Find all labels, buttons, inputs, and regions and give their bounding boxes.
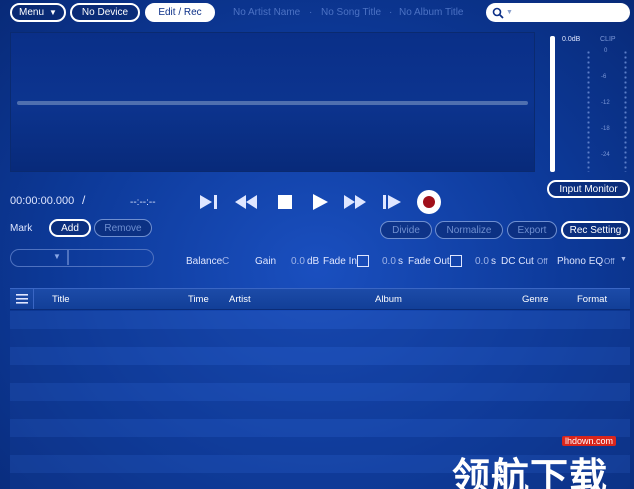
skip-icon — [200, 195, 217, 209]
meter-scale-18: -18 — [601, 126, 610, 132]
table-row[interactable] — [10, 401, 630, 419]
column-album[interactable]: Album — [375, 294, 402, 305]
fade-out-unit: s — [491, 256, 496, 267]
meter-dots-right — [624, 50, 627, 172]
triangle-down-icon: ▼ — [49, 8, 57, 17]
gain-label: Gain — [255, 256, 277, 267]
play-button[interactable] — [308, 192, 332, 212]
skip-end-icon — [383, 195, 401, 209]
phono-eq-label: Phono EQ — [557, 256, 604, 267]
search-icon — [492, 7, 504, 19]
meter-scale-0: 0 — [604, 48, 608, 54]
column-menu-button[interactable] — [10, 289, 34, 309]
waveform-display[interactable] — [10, 32, 535, 172]
chevron-down-icon: ▼ — [53, 252, 61, 261]
stop-button[interactable] — [273, 192, 297, 212]
fade-in-checkbox[interactable] — [357, 255, 369, 267]
watermark-url: lhdown.com — [562, 436, 617, 446]
time-position: 00:00:00.000 — [10, 195, 75, 207]
record-icon — [423, 196, 435, 208]
menu-button[interactable]: Menu ▼ — [10, 3, 66, 22]
rewind-icon — [235, 195, 257, 209]
gain-value[interactable]: 0.0 — [291, 256, 305, 267]
watermark-text: 领航下载 — [452, 455, 609, 489]
stop-icon — [278, 195, 292, 209]
export-button[interactable]: Export — [507, 221, 557, 239]
meter-db-label: 0.0dB — [562, 36, 581, 43]
time-length: --:--:-- — [130, 197, 156, 208]
skip-to-end-button[interactable] — [380, 192, 404, 212]
table-row[interactable] — [10, 311, 630, 329]
time-separator: / — [82, 193, 86, 207]
rewind-button[interactable] — [234, 192, 258, 212]
normalize-button[interactable]: Normalize — [435, 221, 503, 239]
phono-eq-value[interactable]: Off — [604, 257, 615, 266]
fade-in-unit: s — [398, 256, 403, 267]
album-field[interactable]: No Album Title — [399, 7, 463, 18]
remove-mark-button[interactable]: Remove — [94, 219, 152, 237]
dc-cut-value[interactable]: Off — [537, 257, 548, 266]
mark-select[interactable]: ▼ — [10, 249, 154, 267]
menu-lines-icon — [15, 294, 28, 304]
balance-label: Balance — [186, 256, 223, 267]
song-field[interactable]: No Song Title — [321, 7, 381, 18]
select-divider — [67, 250, 69, 265]
waveform-line — [17, 101, 528, 105]
fade-in-value[interactable]: 0.0 — [382, 256, 396, 267]
add-mark-button[interactable]: Add — [49, 219, 91, 237]
meter-scale-24: -24 — [601, 152, 610, 158]
record-button[interactable] — [417, 190, 441, 214]
mark-label: Mark — [10, 223, 33, 234]
meter-clip-label: CLIP — [600, 36, 616, 43]
table-row[interactable] — [10, 365, 630, 383]
meter-dots-left — [587, 50, 590, 172]
balance-value[interactable]: C — [222, 256, 229, 267]
device-button[interactable]: No Device — [70, 3, 140, 22]
fade-out-checkbox[interactable] — [450, 255, 462, 267]
table-row[interactable] — [10, 383, 630, 401]
track-table-header: Title Time Artist Album Genre Format — [10, 288, 630, 310]
search-dropdown-icon: ▼ — [506, 9, 513, 16]
table-row[interactable] — [10, 329, 630, 347]
column-format[interactable]: Format — [577, 294, 607, 305]
column-artist[interactable]: Artist — [229, 294, 251, 305]
search-input[interactable]: ▼ — [486, 3, 630, 22]
artist-field[interactable]: No Artist Name — [233, 7, 300, 18]
table-row[interactable] — [10, 347, 630, 365]
input-monitor-button[interactable]: Input Monitor — [547, 180, 630, 198]
table-row[interactable] — [10, 419, 630, 437]
meter-scale-6: -6 — [601, 74, 607, 80]
fade-out-label: Fade Out — [408, 256, 450, 267]
level-meter-bar — [550, 36, 555, 172]
column-genre[interactable]: Genre — [522, 294, 548, 305]
fast-forward-button[interactable] — [343, 192, 367, 212]
fade-in-label: Fade In — [323, 256, 357, 267]
play-icon — [313, 194, 328, 210]
divide-button[interactable]: Divide — [380, 221, 432, 239]
field-separator: · — [389, 7, 393, 18]
fast-forward-icon — [344, 195, 366, 209]
column-title[interactable]: Title — [52, 294, 70, 305]
skip-to-start-button[interactable] — [197, 192, 221, 212]
fade-out-value[interactable]: 0.0 — [475, 256, 489, 267]
phono-eq-dropdown-icon: ▼ — [620, 256, 627, 263]
meter-scale-12: -12 — [601, 100, 610, 106]
column-time[interactable]: Time — [188, 294, 209, 305]
menu-label: Menu — [19, 7, 45, 18]
dc-cut-label: DC Cut — [501, 256, 534, 267]
gain-unit: dB — [307, 256, 320, 267]
edit-rec-button[interactable]: Edit / Rec — [145, 3, 215, 22]
rec-setting-button[interactable]: Rec Setting — [561, 221, 630, 239]
field-separator: · — [309, 7, 313, 18]
